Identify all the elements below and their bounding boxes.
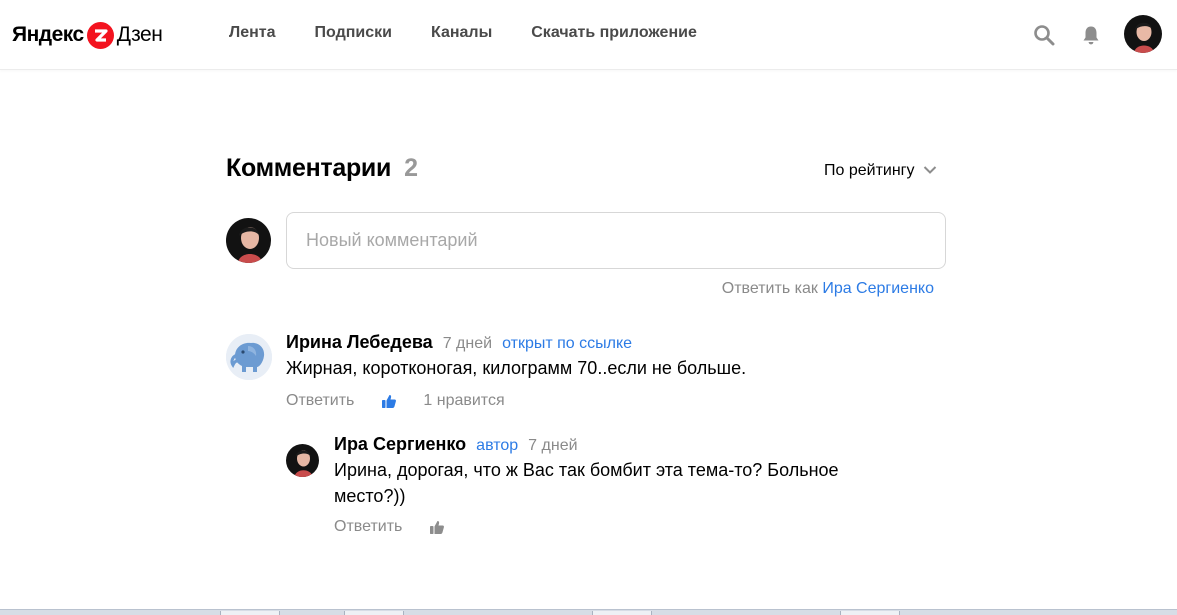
nav-download-app[interactable]: Скачать приложение bbox=[531, 24, 697, 42]
nav-feed[interactable]: Лента bbox=[229, 24, 276, 42]
comment-author[interactable]: Ира Сергиенко bbox=[334, 434, 466, 455]
main-nav: Лента Подписки Каналы Скачать приложение bbox=[229, 24, 736, 42]
reply-button[interactable]: Ответить bbox=[286, 392, 354, 410]
logo-brand-text: Яндекс bbox=[12, 23, 84, 46]
reply-as-prefix: Ответить как bbox=[721, 280, 818, 297]
likes-count: 1 нравится bbox=[423, 392, 505, 409]
zen-logo-icon bbox=[86, 21, 114, 49]
sort-dropdown[interactable]: По рейтингу bbox=[824, 162, 937, 180]
comment-text: Ирина, дорогая, что ж Вас так бомбит эта… bbox=[334, 460, 839, 506]
chevron-down-icon bbox=[923, 162, 937, 180]
comment-author[interactable]: Ирина Лебедева bbox=[286, 332, 433, 353]
commenter-avatar[interactable] bbox=[286, 444, 319, 477]
comment-age: 7 дней bbox=[442, 335, 493, 352]
comment-actions: Ответить bbox=[334, 518, 894, 536]
taskbar-button[interactable] bbox=[344, 611, 404, 615]
search-icon[interactable] bbox=[1033, 24, 1055, 46]
current-user-avatar bbox=[226, 218, 271, 263]
comment-body: Ирина Лебедева 7 дней открыт по ссылке Ж… bbox=[286, 332, 926, 410]
os-taskbar bbox=[0, 609, 1177, 615]
comments-count: 2 bbox=[404, 154, 418, 182]
comment-header: Ира Сергиенко автор 7 дней bbox=[334, 434, 894, 455]
author-badge: автор bbox=[476, 437, 519, 454]
commenter-avatar[interactable] bbox=[226, 334, 272, 380]
nav-subscriptions[interactable]: Подписки bbox=[315, 24, 392, 42]
comment-source-tag[interactable]: открыт по ссылке bbox=[502, 335, 632, 353]
reply-button[interactable]: Ответить bbox=[334, 518, 402, 536]
new-comment-input[interactable] bbox=[286, 212, 946, 269]
comments-title: Комментарии bbox=[226, 154, 392, 182]
taskbar-button[interactable] bbox=[592, 611, 652, 615]
taskbar-button[interactable] bbox=[840, 611, 900, 615]
reply-as-line: Ответить как Ира Сергиенко bbox=[722, 280, 934, 298]
yandex-zen-logo[interactable]: Яндекс Дзен bbox=[12, 20, 163, 50]
user-avatar[interactable] bbox=[1124, 15, 1162, 53]
bell-icon[interactable] bbox=[1080, 24, 1102, 46]
taskbar-button[interactable] bbox=[220, 611, 280, 615]
comment-text: Жирная, коротконогая, килограмм 70..если… bbox=[286, 358, 747, 378]
reply-as-user-link[interactable]: Ира Сергиенко bbox=[822, 280, 934, 297]
comment-body: Ира Сергиенко автор 7 дней Ирина, дорога… bbox=[334, 434, 894, 536]
comment-age: 7 дней bbox=[528, 437, 578, 454]
sort-label: По рейтингу bbox=[824, 162, 915, 179]
comment-header: Ирина Лебедева 7 дней открыт по ссылке bbox=[286, 332, 926, 353]
logo-product-text: Дзен bbox=[116, 23, 163, 46]
comment-actions: Ответить 1 нравится bbox=[286, 392, 926, 410]
thumbs-up-icon[interactable] bbox=[429, 519, 445, 535]
comments-heading: Комментарии 2 bbox=[226, 154, 418, 183]
nav-channels[interactable]: Каналы bbox=[431, 24, 492, 42]
top-header: Яндекс Дзен Лента Подписки Каналы Скачат… bbox=[0, 0, 1177, 70]
thumbs-up-icon[interactable] bbox=[381, 393, 397, 409]
